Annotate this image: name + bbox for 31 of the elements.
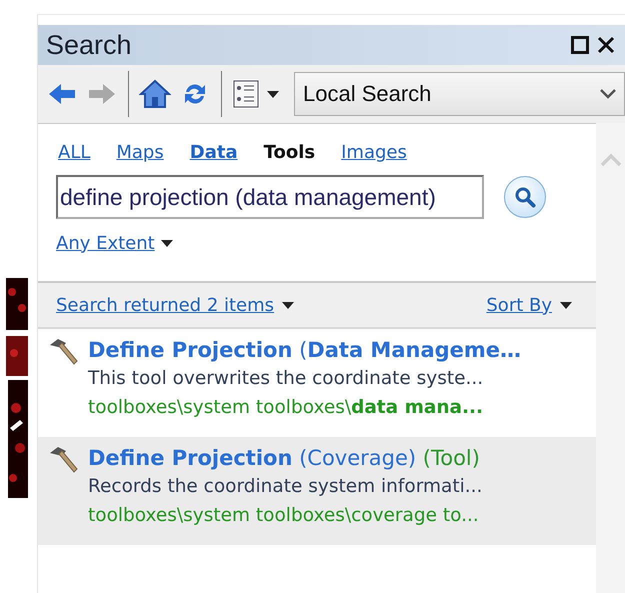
result-item[interactable]: Define Projection (Coverage) (Tool) Records the coordinate system informati... toolboxes\system toolboxes\coverage to... <box>38 437 596 545</box>
category-tab[interactable]: Data <box>190 142 238 163</box>
close-icon <box>597 36 615 54</box>
result-description: Records the coordinate system informati... <box>88 475 482 499</box>
caret-icon <box>160 240 173 246</box>
chevron-down-icon <box>600 89 616 99</box>
result-path: toolboxes\system toolboxes\data mana... <box>88 396 484 420</box>
window-title: Search <box>46 30 133 60</box>
extent-link[interactable]: Any Extent <box>56 232 155 254</box>
result-title: Define Projection (Coverage) (Tool) <box>88 445 481 472</box>
category-tab[interactable]: Tools <box>264 142 316 163</box>
search-icon <box>514 186 536 208</box>
category-tab[interactable]: ALL <box>58 142 90 163</box>
results-summary-link[interactable]: Search returned 2 items <box>56 294 274 316</box>
category-tab[interactable]: Maps <box>116 142 164 163</box>
home-icon <box>139 78 171 110</box>
left-arrow-icon <box>47 82 77 106</box>
category-tab[interactable]: Images <box>341 142 407 163</box>
result-path: toolboxes\system toolboxes\coverage to... <box>88 504 480 528</box>
right-arrow-icon <box>87 82 117 106</box>
sort-by-link[interactable]: Sort By <box>486 294 552 316</box>
maximize-icon <box>571 36 589 54</box>
result-description: This tool overwrites the coordinate syste... <box>88 367 484 391</box>
result-title: Define Projection (Data Manageme… <box>88 337 522 364</box>
search-field[interactable]: define projection (data management) <box>56 175 484 219</box>
search-scope-dropdown[interactable]: Local Search <box>294 72 625 116</box>
list-view-icon <box>233 80 259 108</box>
caret-icon <box>282 302 294 308</box>
caret-icon <box>267 90 279 98</box>
caret-icon <box>560 302 572 308</box>
search-button[interactable] <box>504 176 546 218</box>
